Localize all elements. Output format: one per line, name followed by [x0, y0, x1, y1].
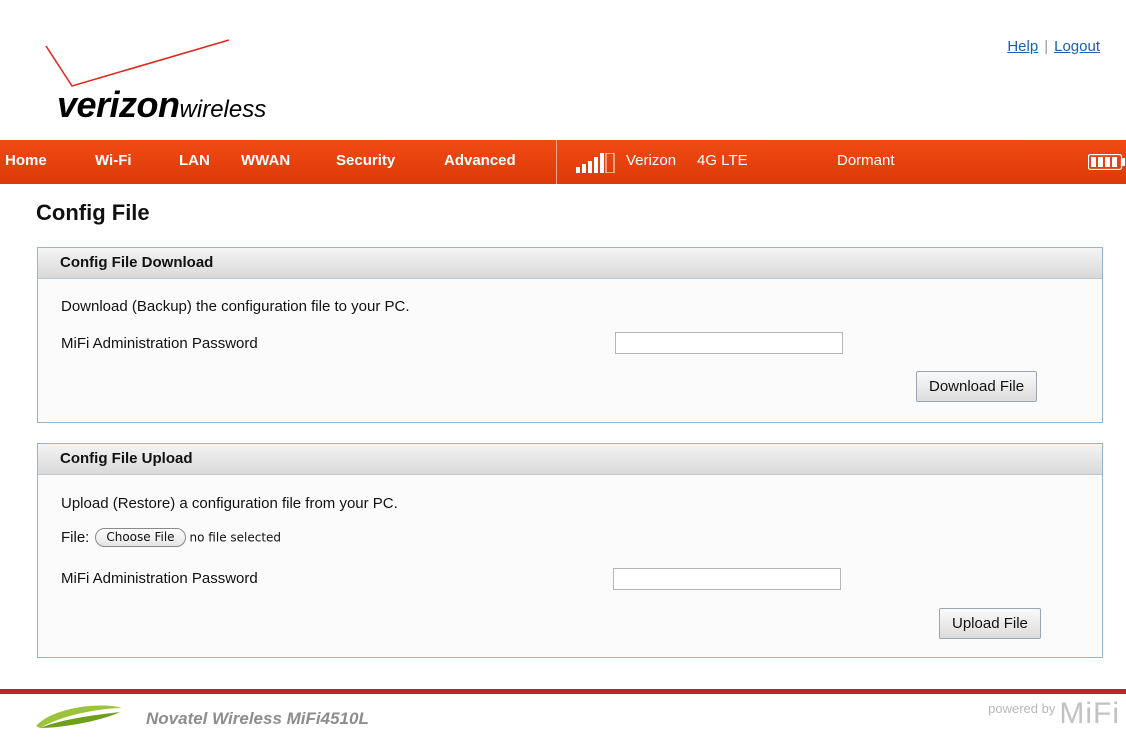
upload-password-input[interactable]	[613, 568, 841, 590]
nav-item-home[interactable]: Home	[5, 152, 47, 169]
logo-subtitle: wireless	[179, 96, 267, 123]
powered-by-text: powered by	[988, 701, 1056, 716]
config-upload-panel: Config File Upload Upload (Restore) a co…	[37, 443, 1103, 658]
nav-item-wifi[interactable]: Wi-Fi	[95, 152, 132, 169]
download-file-button[interactable]: Download File	[916, 371, 1038, 402]
mifi-brand: MiFi	[1059, 697, 1120, 730]
file-status: no file selected	[189, 530, 282, 545]
nav-item-wwan[interactable]: WWAN	[241, 152, 290, 169]
choose-file-button[interactable]: Choose File	[95, 528, 186, 547]
novatel-swoosh-icon	[36, 705, 122, 728]
logout-link[interactable]: Logout	[1054, 38, 1100, 55]
footer-divider	[0, 689, 1126, 694]
top-links: Help | Logout	[1007, 38, 1100, 55]
network-name: Verizon	[626, 152, 677, 169]
upload-description: Upload (Restore) a configuration file fr…	[61, 495, 398, 512]
upload-file-button[interactable]: Upload File	[939, 608, 1041, 639]
download-password-input[interactable]	[615, 332, 843, 354]
nav-divider	[556, 140, 557, 184]
page-header: verizonwireless Help | Logout	[0, 0, 1126, 140]
help-link[interactable]: Help	[1007, 38, 1038, 55]
battery-icon	[1088, 154, 1125, 170]
file-label: File:	[61, 529, 90, 546]
page-title: Config File	[36, 200, 150, 225]
network-technology: 4G LTE	[697, 152, 748, 169]
link-separator: |	[1044, 38, 1049, 55]
main-nav-bar: Home Wi-Fi LAN WWAN Security Advanced Ve…	[0, 140, 1126, 184]
device-model: Novatel Wireless MiFi4510L	[146, 709, 369, 728]
download-description: Download (Backup) the configuration file…	[61, 298, 410, 315]
panel-header: Config File Download	[38, 248, 1102, 279]
panel-header: Config File Upload	[38, 444, 1102, 475]
logo-brand: verizon	[57, 84, 180, 125]
file-chooser-row: File: Choose File no file selected	[61, 528, 281, 547]
config-download-panel: Config File Download Download (Backup) t…	[37, 247, 1103, 423]
nav-item-security[interactable]: Security	[336, 152, 395, 169]
download-password-label: MiFi Administration Password	[61, 335, 258, 352]
powered-by-mifi-logo: powered by MiFi	[988, 697, 1120, 731]
upload-password-label: MiFi Administration Password	[61, 570, 258, 587]
nav-item-advanced[interactable]: Advanced	[444, 152, 516, 169]
signal-bars-icon	[576, 153, 615, 173]
verizon-wireless-logo[interactable]: verizonwireless	[44, 38, 344, 133]
nav-item-lan[interactable]: LAN	[179, 152, 210, 169]
connection-status: Dormant	[837, 152, 895, 169]
